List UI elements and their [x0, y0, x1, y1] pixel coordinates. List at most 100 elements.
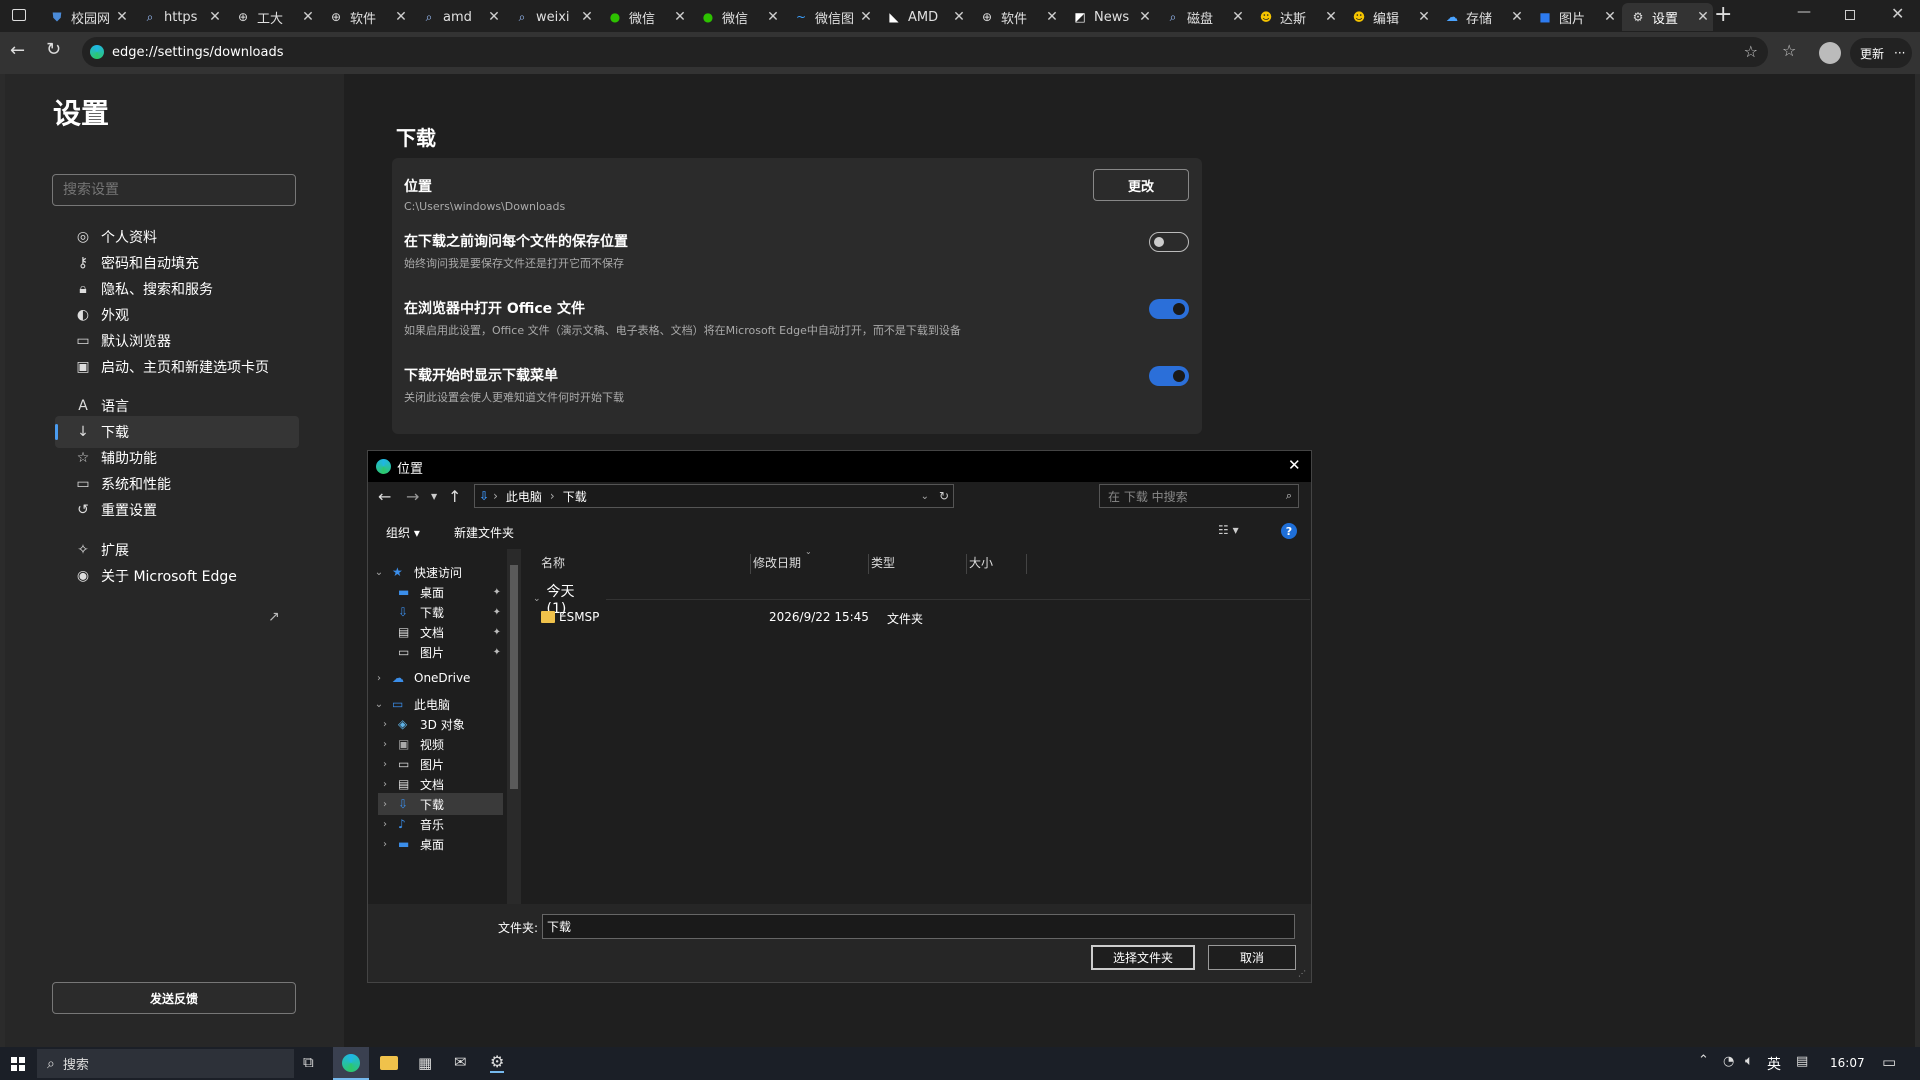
- tree-scroll-thumb[interactable]: [510, 565, 518, 789]
- column-header[interactable]: 类型: [869, 554, 967, 574]
- mail-icon[interactable]: ✉: [454, 1053, 467, 1071]
- folder-name-input[interactable]: [542, 914, 1295, 939]
- dialog-back-icon[interactable]: ←: [378, 487, 391, 506]
- tab-close-icon[interactable]: ✕: [1042, 9, 1062, 25]
- file-row[interactable]: ESMSP 2026/9/22 15:45 文件夹: [539, 609, 1299, 629]
- setting-toggle[interactable]: [1149, 299, 1189, 319]
- resize-grip-icon[interactable]: ⋰: [1298, 969, 1306, 978]
- clock[interactable]: 16:07: [1830, 1056, 1865, 1070]
- dialog-cancel-button[interactable]: 取消: [1208, 945, 1296, 970]
- tab[interactable]: ● 微信 ✕: [692, 3, 783, 31]
- chevron-right-icon[interactable]: ›: [372, 673, 386, 684]
- tree-item[interactable]: ⌄ ★ 快速访问: [372, 561, 503, 583]
- tab-close-icon[interactable]: ✕: [484, 9, 504, 25]
- input-mode-icon[interactable]: ▤: [1796, 1054, 1808, 1069]
- settings-search-input[interactable]: [52, 174, 296, 206]
- view-options-icon[interactable]: ☷ ▾: [1218, 523, 1239, 537]
- tab[interactable]: ⛊ 校园网 ✕: [41, 3, 132, 31]
- tree-item[interactable]: ⇩ 下载 ✦: [378, 601, 503, 623]
- tab[interactable]: ◣ AMD ✕: [878, 3, 969, 31]
- nav-item-startup[interactable]: ▣ 启动、主页和新建选项卡页: [55, 351, 299, 383]
- tab[interactable]: ☻ 达斯 ✕: [1250, 3, 1341, 31]
- tab[interactable]: ⌕ https ✕: [134, 3, 225, 31]
- tab-close-icon[interactable]: ✕: [1507, 9, 1527, 25]
- tree-scrollbar[interactable]: [507, 549, 521, 904]
- setting-toggle[interactable]: [1149, 232, 1189, 252]
- tab[interactable]: ◩ News ✕: [1064, 3, 1155, 31]
- recent-locations-icon[interactable]: ▼: [431, 492, 437, 501]
- tab-close-icon[interactable]: ✕: [577, 9, 597, 25]
- column-header[interactable]: 名称: [539, 554, 751, 574]
- tree-item[interactable]: ▤ 文档 ✦: [378, 621, 503, 643]
- favorite-star-icon[interactable]: ☆: [1744, 42, 1758, 61]
- tab-close-icon[interactable]: ✕: [670, 9, 690, 25]
- chevron-right-icon[interactable]: ›: [378, 779, 392, 790]
- tree-item[interactable]: › ⇩ 下载: [378, 793, 503, 815]
- extensions-external-link-icon[interactable]: ↗: [268, 609, 280, 625]
- chevron-right-icon[interactable]: ›: [378, 739, 392, 750]
- tab[interactable]: ⊕ 软件 ✕: [971, 3, 1062, 31]
- tab-actions-icon[interactable]: [12, 9, 26, 21]
- refresh-icon[interactable]: ↻: [46, 39, 61, 60]
- tree-item[interactable]: › ▤ 文档: [378, 773, 503, 795]
- tab-close-icon[interactable]: ✕: [298, 9, 318, 25]
- restore-button[interactable]: [1845, 10, 1855, 20]
- chevron-right-icon[interactable]: ›: [378, 839, 392, 850]
- chevron-down-icon[interactable]: ⌄: [372, 699, 386, 710]
- up-folder-icon[interactable]: ↑: [448, 487, 461, 506]
- dialog-close-icon[interactable]: ✕: [1288, 456, 1301, 474]
- notifications-icon[interactable]: ▭: [1882, 1053, 1896, 1071]
- url-field[interactable]: edge://settings/downloads ☆: [82, 37, 1768, 67]
- tree-item[interactable]: › ◈ 3D 对象: [378, 713, 503, 735]
- tab-close-icon[interactable]: ✕: [205, 9, 225, 25]
- new-folder-button[interactable]: 新建文件夹: [454, 524, 514, 541]
- tree-item[interactable]: › ▬ 桌面: [378, 833, 503, 855]
- favorites-icon[interactable]: ☆: [1782, 41, 1796, 60]
- chevron-right-icon[interactable]: ›: [378, 799, 392, 810]
- close-window-button[interactable]: ✕: [1891, 4, 1904, 23]
- dialog-forward-icon[interactable]: →: [406, 487, 419, 506]
- settings-taskbar-icon[interactable]: ⚙: [490, 1052, 505, 1073]
- tab-close-icon[interactable]: ✕: [949, 9, 969, 25]
- chevron-right-icon[interactable]: ›: [378, 759, 392, 770]
- change-location-button[interactable]: 更改: [1093, 169, 1189, 201]
- tab[interactable]: ~ 微信图 ✕: [785, 3, 876, 31]
- setting-toggle[interactable]: [1149, 366, 1189, 386]
- tab-close-icon[interactable]: ✕: [112, 9, 132, 25]
- new-tab-button[interactable]: +: [1714, 2, 1732, 27]
- breadcrumb-downloads[interactable]: 下载: [563, 488, 587, 505]
- tab-close-icon[interactable]: ✕: [1600, 9, 1620, 25]
- feedback-button[interactable]: 发送反馈: [52, 982, 296, 1014]
- help-icon[interactable]: ?: [1281, 523, 1297, 539]
- taskbar-edge-icon[interactable]: [333, 1047, 369, 1080]
- organize-menu[interactable]: 组织 ▾: [386, 524, 420, 541]
- select-folder-button[interactable]: 选择文件夹: [1091, 945, 1195, 970]
- tree-item[interactable]: › ▭ 图片: [378, 753, 503, 775]
- tree-item[interactable]: ▭ 图片 ✦: [378, 641, 503, 663]
- tree-item[interactable]: ▬ 桌面 ✦: [378, 581, 503, 603]
- dialog-search-input[interactable]: 在 下载 中搜索 ⌕: [1099, 484, 1299, 508]
- task-view-icon[interactable]: ⧉: [303, 1053, 314, 1071]
- nav-item-reset[interactable]: ↺ 重置设置: [55, 494, 299, 526]
- tab[interactable]: ⊕ 工大 ✕: [227, 3, 318, 31]
- network-icon[interactable]: ◔: [1723, 1054, 1734, 1069]
- tree-item[interactable]: › ♪ 音乐: [378, 813, 503, 835]
- profile-avatar[interactable]: [1819, 42, 1841, 64]
- tree-item[interactable]: ⌄ ▭ 此电脑: [372, 693, 503, 715]
- tab-close-icon[interactable]: ✕: [763, 9, 783, 25]
- update-button[interactable]: 更新 ···: [1850, 38, 1912, 68]
- tray-overflow-icon[interactable]: ⌃: [1698, 1053, 1709, 1068]
- chevron-right-icon[interactable]: ›: [378, 819, 392, 830]
- tab-close-icon[interactable]: ✕: [856, 9, 876, 25]
- chevron-down-icon[interactable]: ⌄: [372, 567, 386, 578]
- dialog-refresh-icon[interactable]: ↻: [939, 489, 949, 503]
- ime-indicator[interactable]: 英: [1767, 1054, 1781, 1074]
- tab[interactable]: ☁ 存储 ✕: [1436, 3, 1527, 31]
- tab-close-icon[interactable]: ✕: [1228, 9, 1248, 25]
- minimize-button[interactable]: —: [1797, 4, 1811, 20]
- taskbar-search[interactable]: ⌕ 搜索: [37, 1049, 294, 1078]
- volume-icon[interactable]: 🔈︎: [1745, 1053, 1753, 1069]
- tree-item[interactable]: › ▣ 视频: [378, 733, 503, 755]
- tab-close-icon[interactable]: ✕: [391, 9, 411, 25]
- tab[interactable]: ⚙ 设置 ✕: [1622, 3, 1713, 31]
